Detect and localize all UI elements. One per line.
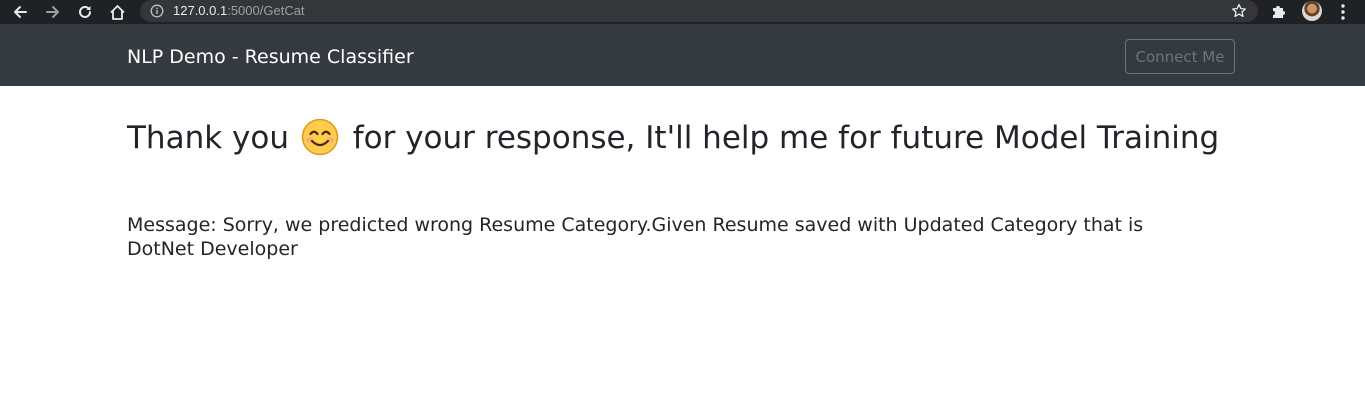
- title-text-end: for your response, It'll help me for fut…: [352, 120, 1220, 156]
- navbar-brand[interactable]: NLP Demo - Resume Classifier: [127, 45, 414, 69]
- profile-avatar[interactable]: [1302, 1, 1322, 21]
- bookmark-star-icon[interactable]: [1231, 3, 1247, 19]
- home-icon: [109, 4, 125, 20]
- back-button[interactable]: [10, 2, 30, 22]
- connect-me-button[interactable]: Connect Me: [1125, 39, 1235, 74]
- result-message: Message: Sorry, we predicted wrong Resum…: [127, 214, 1144, 260]
- arrow-left-icon: [14, 6, 27, 18]
- extensions-puzzle-icon[interactable]: [1270, 3, 1287, 20]
- arrow-right-icon: [46, 6, 59, 18]
- page-title: Thank you for your response, It'll help …: [127, 118, 1219, 158]
- url-text: 127.0.0.1:5000/GetCat: [173, 3, 305, 19]
- more-vert-icon[interactable]: [1337, 3, 1349, 21]
- forward-button[interactable]: [43, 2, 63, 22]
- reload-icon: [79, 5, 91, 18]
- browser-toolbar: 127.0.0.1:5000/GetCat: [0, 0, 1365, 24]
- title-text-start: Thank you: [127, 120, 289, 156]
- app-navbar: NLP Demo - Resume Classifier Connect Me: [0, 24, 1365, 86]
- home-button[interactable]: [107, 2, 127, 22]
- info-icon[interactable]: [150, 4, 164, 18]
- reload-button[interactable]: [75, 2, 95, 22]
- url-host: 127.0.0.1: [173, 3, 228, 18]
- smiling-face-icon: [301, 118, 339, 156]
- address-bar[interactable]: 127.0.0.1:5000/GetCat: [140, 0, 1258, 22]
- url-path: :5000/GetCat: [227, 3, 305, 18]
